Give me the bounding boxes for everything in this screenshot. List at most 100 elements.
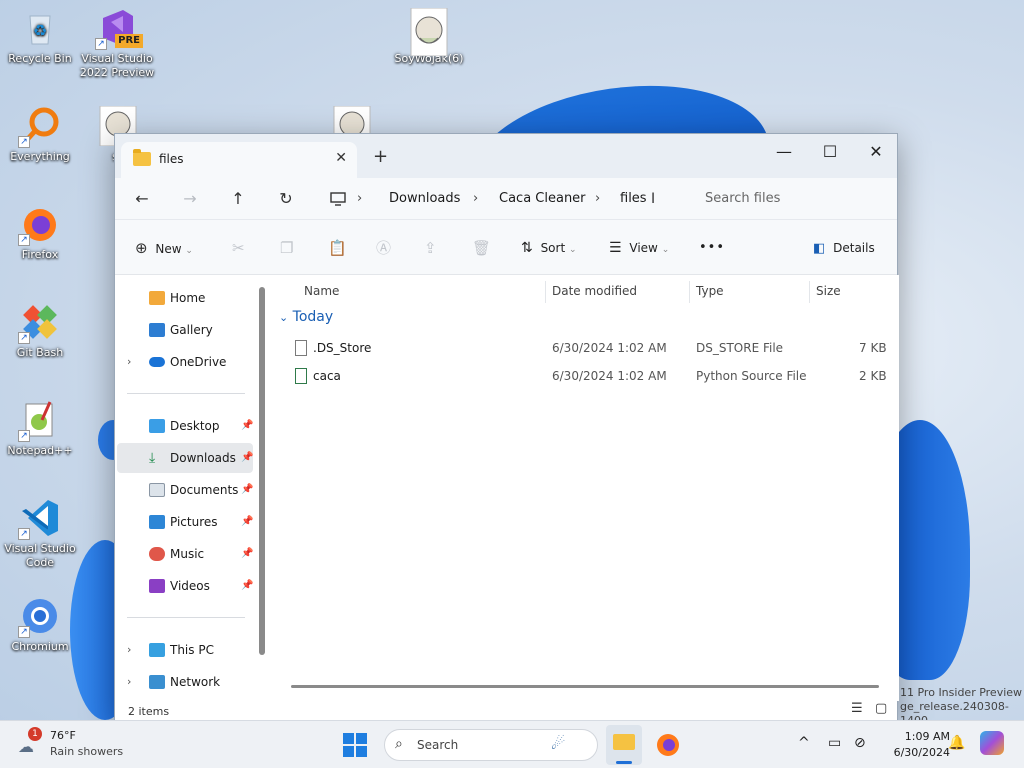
forward-button[interactable]: →: [175, 186, 205, 212]
start-icon[interactable]: [343, 733, 367, 760]
file-explorer-window[interactable]: files ✕ + — ☐ ✕ ← → ↑ ↻ › Downloads › Ca…: [114, 133, 899, 721]
tab-files[interactable]: files ✕: [121, 142, 357, 178]
delete-icon[interactable]: 🗑: [472, 236, 491, 260]
pin-icon[interactable]: 📌: [241, 411, 253, 441]
taskbar-file-explorer[interactable]: [606, 725, 642, 765]
clock[interactable]: 1:09 AM 6/30/2024: [880, 729, 950, 761]
sidebar-item-network[interactable]: › Network: [117, 667, 253, 697]
desktop-icon-everything[interactable]: ↗ Everything: [0, 106, 80, 164]
column-header-name[interactable]: Name: [304, 279, 339, 303]
copilot-icon[interactable]: [980, 731, 1004, 755]
refresh-button[interactable]: ↻: [271, 186, 301, 212]
sidebar-item-videos[interactable]: Videos 📌: [117, 571, 253, 601]
sidebar-item-label: Network: [170, 675, 221, 689]
paste-icon[interactable]: 📋: [328, 236, 347, 260]
sidebar-item-desktop[interactable]: Desktop 📌: [117, 411, 253, 441]
up-button[interactable]: ↑: [223, 186, 253, 212]
document-icon: [149, 483, 165, 497]
sidebar-item-home[interactable]: Home: [117, 283, 253, 313]
file-type: DS_STORE File: [696, 341, 784, 355]
shortcut-arrow-icon: ↗: [18, 332, 30, 344]
volume-icon[interactable]: ⊘: [854, 735, 866, 751]
title-bar[interactable]: files ✕ + — ☐ ✕: [115, 134, 897, 178]
file-row[interactable]: .DS_Store 6/30/2024 1:02 AM DS_STORE Fil…: [273, 334, 893, 362]
desktop-icon-firefox[interactable]: ↗ Firefox: [0, 204, 80, 262]
tiles-view-icon[interactable]: ▢: [875, 701, 887, 716]
column-header-date[interactable]: Date modified: [552, 279, 637, 303]
cut-icon[interactable]: ✂: [232, 236, 245, 260]
sidebar-item-documents[interactable]: Documents 📌: [117, 475, 253, 505]
sidebar-item-downloads[interactable]: ⤓ Downloads 📌: [117, 443, 253, 473]
new-button[interactable]: ⊕ New ⌄: [135, 236, 193, 260]
file-list[interactable]: Name Date modified Type Size ⌄ Today .DS…: [273, 275, 899, 701]
desktop-icon-notepadpp[interactable]: ↗ Notepad++: [0, 400, 80, 458]
desktop-icon-chromium[interactable]: ↗ Chromium: [0, 596, 80, 654]
group-header-today[interactable]: ⌄ Today: [279, 309, 333, 325]
breadcrumb-separator: ›: [473, 191, 479, 206]
music-icon: [149, 547, 165, 561]
desktop-icon-label: Git Bash: [16, 346, 64, 359]
sidebar-item-gallery[interactable]: Gallery: [117, 315, 253, 345]
back-button[interactable]: ←: [127, 186, 157, 212]
sidebar-scrollbar[interactable]: [259, 287, 265, 655]
desktop-icon-soywojak[interactable]: SoyWojak(6): [389, 7, 469, 66]
notification-bell-icon[interactable]: 🔔: [948, 735, 965, 751]
maximize-button[interactable]: ☐: [807, 138, 853, 166]
see-more-icon[interactable]: •••: [699, 236, 725, 260]
pin-icon[interactable]: 📌: [241, 507, 253, 537]
copy-icon[interactable]: ❐: [280, 236, 293, 260]
pin-icon[interactable]: 📌: [241, 475, 253, 505]
column-separator[interactable]: [689, 281, 690, 303]
sort-button[interactable]: ⇅ Sort ⌄: [521, 236, 577, 260]
magnifier-icon: ↗: [18, 106, 60, 148]
pin-icon[interactable]: 📌: [241, 571, 253, 601]
taskbar-search[interactable]: ⌕ Search ☄: [384, 729, 598, 761]
taskbar-firefox-icon[interactable]: [656, 733, 680, 760]
view-button[interactable]: ☰ View ⌄: [609, 236, 669, 260]
desktop-icon-vscode[interactable]: ↗ Visual Studio Code: [0, 498, 80, 570]
details-view-icon[interactable]: ☰: [851, 701, 863, 716]
desktop-icon: [149, 419, 165, 433]
search-input[interactable]: Search files: [691, 184, 895, 214]
git-bash-icon: ↗: [18, 302, 60, 344]
breadcrumb-files[interactable]: files: [620, 186, 647, 212]
this-pc-icon[interactable]: [323, 186, 353, 212]
column-header-size[interactable]: Size: [816, 279, 841, 303]
file-row[interactable]: caca 6/30/2024 1:02 AM Python Source Fil…: [273, 362, 893, 390]
column-header-type[interactable]: Type: [696, 279, 724, 303]
minimize-button[interactable]: —: [761, 138, 807, 166]
rename-icon[interactable]: Ⓐ: [376, 236, 391, 260]
details-label: Details: [833, 241, 875, 255]
chevron-right-icon[interactable]: ›: [127, 667, 131, 697]
sidebar-item-onedrive[interactable]: › OneDrive: [117, 347, 253, 377]
sidebar-item-music[interactable]: Music 📌: [117, 539, 253, 569]
desktop-icon-recycle-bin[interactable]: ♻ Recycle Bin: [0, 8, 80, 66]
chevron-right-icon[interactable]: ›: [127, 347, 131, 377]
breadcrumb-downloads[interactable]: Downloads: [389, 186, 460, 212]
sidebar-item-label: Home: [170, 291, 206, 305]
chevron-up-icon[interactable]: ^: [798, 735, 810, 751]
column-separator[interactable]: [545, 281, 546, 303]
sidebar-item-label: Music: [170, 547, 205, 561]
horizontal-scrollbar[interactable]: [291, 685, 879, 688]
sidebar-item-this-pc[interactable]: › This PC: [117, 635, 253, 665]
column-separator[interactable]: [809, 281, 810, 303]
sidebar-item-pictures[interactable]: Pictures 📌: [117, 507, 253, 537]
pin-icon[interactable]: 📌: [241, 443, 253, 473]
notepadpp-icon: ↗: [18, 400, 60, 442]
close-button[interactable]: ✕: [853, 138, 899, 166]
cloud-icon: [149, 357, 165, 367]
share-icon[interactable]: ⇪: [424, 236, 437, 260]
weather-widget[interactable]: ☁ 1 76°F Rain showers: [14, 727, 134, 763]
desktop-icon-visual-studio-preview[interactable]: PRE ↗ Visual Studio 2022 Preview: [77, 8, 157, 80]
network-status-icon[interactable]: ▭: [828, 735, 841, 751]
navigation-pane[interactable]: Home Gallery › OneDrive Desktop 📌 ⤓ Down…: [115, 275, 273, 701]
breadcrumb-caca-cleaner[interactable]: Caca Cleaner: [499, 186, 586, 212]
pin-icon[interactable]: 📌: [241, 539, 253, 569]
desktop-icon-git-bash[interactable]: ↗ Git Bash: [0, 302, 80, 360]
sidebar-item-label: Desktop: [170, 419, 220, 433]
new-tab-button[interactable]: +: [373, 146, 388, 167]
chevron-right-icon[interactable]: ›: [127, 635, 131, 665]
details-button[interactable]: ◧ Details: [813, 236, 875, 260]
tab-close-icon[interactable]: ✕: [335, 150, 347, 166]
